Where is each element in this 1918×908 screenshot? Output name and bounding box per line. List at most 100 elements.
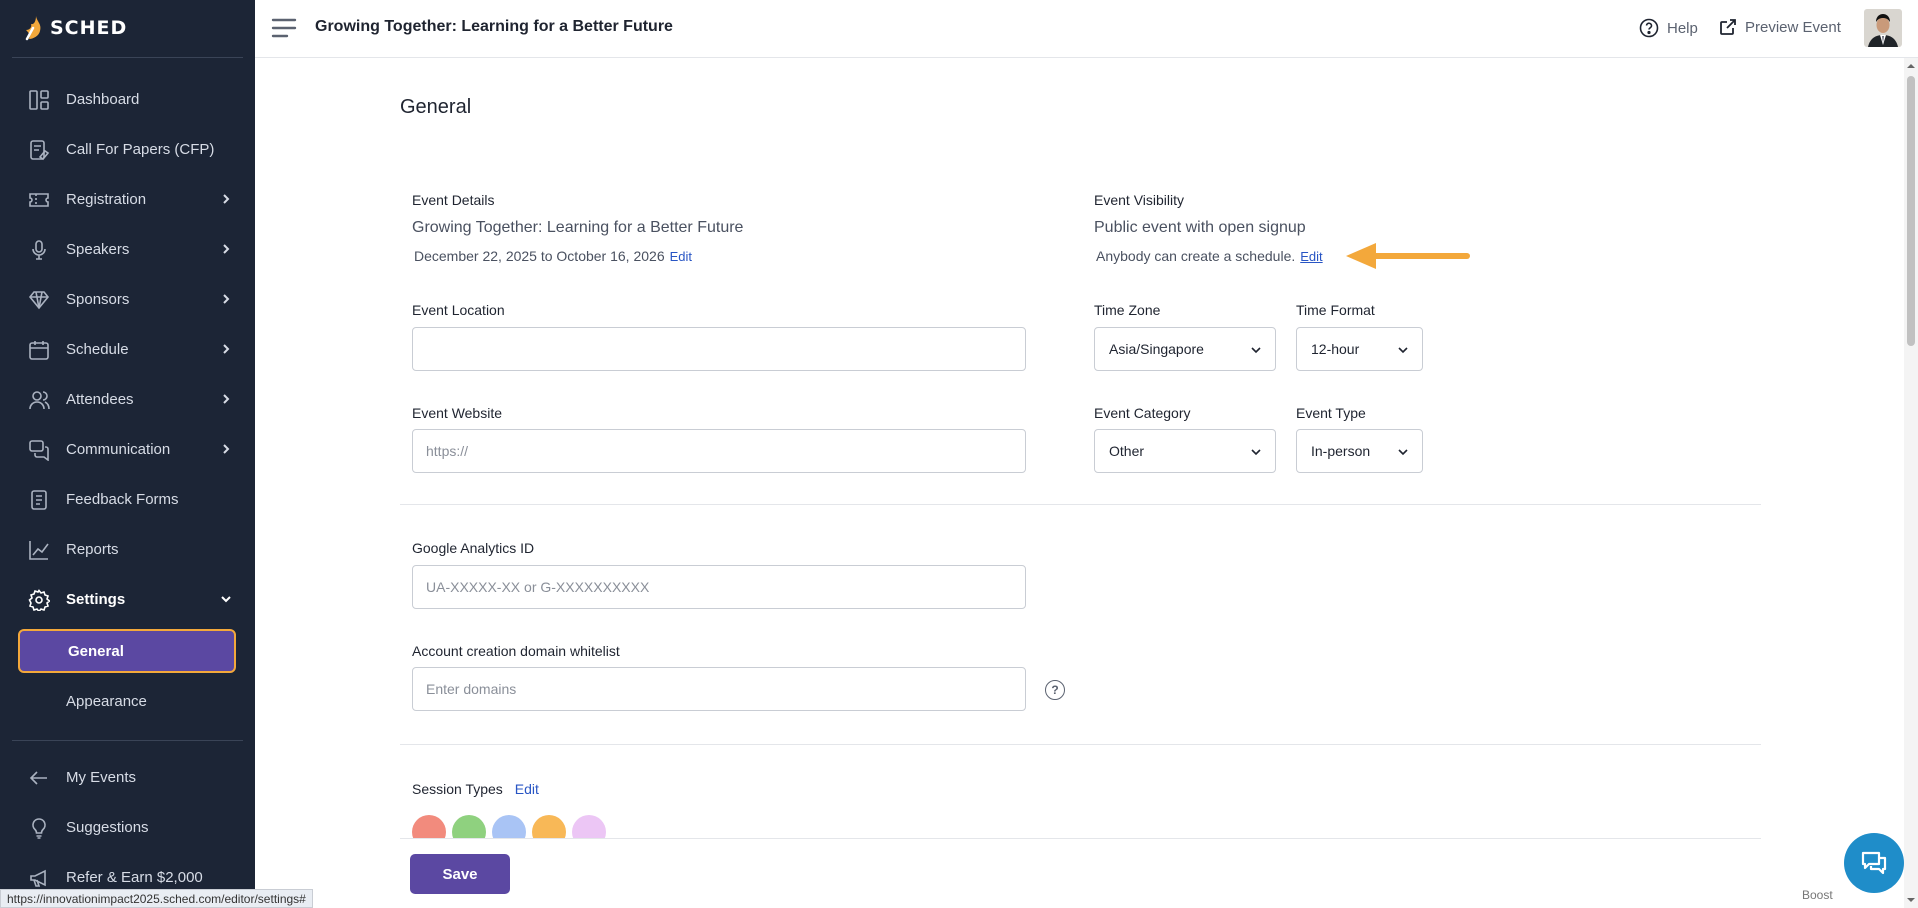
- sidebar-item-label: Settings: [66, 590, 126, 608]
- sidebar-item-schedule[interactable]: Schedule: [0, 327, 255, 371]
- preview-event-label: Preview Event: [1745, 18, 1841, 36]
- event-dates-value: December 22, 2025 to October 16, 2026: [414, 248, 665, 264]
- megaphone-icon: [30, 869, 46, 887]
- sidebar-item-attendees[interactable]: Attendees: [0, 377, 255, 421]
- top-bar: Growing Together: Learning for a Better …: [255, 0, 1918, 58]
- flame-logo-icon: [25, 16, 41, 41]
- sidebar-item-feedback-forms[interactable]: Feedback Forms: [0, 477, 255, 521]
- users-icon: [29, 391, 50, 410]
- sched-logo[interactable]: SCHED: [24, 14, 127, 42]
- sidebar-subitem-general[interactable]: General: [18, 629, 236, 673]
- save-bar: [400, 838, 1761, 908]
- sidebar-item-my-events[interactable]: My Events: [0, 755, 255, 799]
- event-details-label: Event Details: [412, 192, 495, 208]
- event-website-label: Event Website: [412, 405, 503, 421]
- chevron-down-icon: [221, 596, 231, 603]
- chart-icon: [29, 541, 49, 560]
- sidebar-item-communication[interactable]: Communication: [0, 427, 255, 471]
- chevron-right-icon: [223, 444, 230, 454]
- event-dates-row: December 22, 2025 to October 16, 2026 Ed…: [414, 248, 692, 264]
- chat-bubble-icon: [1861, 851, 1887, 875]
- event-details-edit-link[interactable]: Edit: [670, 249, 692, 264]
- time-format-label: Time Format: [1296, 302, 1375, 318]
- sidebar-item-settings[interactable]: Settings: [0, 577, 255, 621]
- arrow-left-icon: [29, 771, 47, 785]
- sidebar-item-label: Call For Papers (CFP): [66, 140, 215, 158]
- google-analytics-input[interactable]: [412, 565, 1026, 609]
- help-circle-icon: [1639, 18, 1659, 38]
- gear-icon: [28, 589, 50, 611]
- annotation-arrow-icon: [1346, 243, 1470, 269]
- scroll-up-arrow-icon[interactable]: [1907, 62, 1915, 70]
- chevron-right-icon: [223, 194, 230, 204]
- help-label: Help: [1667, 19, 1698, 37]
- session-types-label: Session Types: [412, 781, 503, 797]
- sidebar: SCHED Dashboard Call For Papers (CFP) Re…: [0, 0, 255, 908]
- session-types-row: Session Types Edit: [412, 781, 539, 797]
- section-divider: [400, 744, 1761, 745]
- scroll-down-arrow-icon[interactable]: [1907, 896, 1915, 904]
- event-type-label: Event Type: [1296, 405, 1366, 421]
- time-zone-select[interactable]: Asia/Singapore: [1094, 327, 1276, 371]
- chevron-right-icon: [223, 344, 230, 354]
- sidebar-item-label: Feedback Forms: [66, 490, 179, 508]
- brand-name: SCHED: [50, 17, 128, 39]
- chevron-right-icon: [223, 394, 230, 404]
- event-category-select[interactable]: Other: [1094, 429, 1276, 473]
- scrollbar[interactable]: [1904, 58, 1918, 908]
- sidebar-item-label: Speakers: [66, 240, 130, 258]
- event-category-value: Other: [1109, 443, 1145, 459]
- sidebar-item-label: Schedule: [66, 340, 129, 358]
- chevron-down-icon: [1251, 449, 1261, 456]
- event-name-value: Growing Together: Learning for a Better …: [412, 219, 744, 236]
- sidebar-item-speakers[interactable]: Speakers: [0, 227, 255, 271]
- time-zone-value: Asia/Singapore: [1109, 341, 1204, 357]
- form-icon: [31, 490, 47, 510]
- sidebar-divider: [12, 740, 243, 741]
- sidebar-item-dashboard[interactable]: Dashboard: [0, 77, 255, 121]
- hamburger-menu-icon[interactable]: [271, 17, 297, 39]
- chat-icon: [29, 440, 49, 461]
- preview-event-link[interactable]: Preview Event: [1719, 18, 1841, 36]
- chevron-down-icon: [1398, 347, 1408, 354]
- sidebar-item-label: Registration: [66, 190, 147, 208]
- sidebar-item-cfp[interactable]: Call For Papers (CFP): [0, 127, 255, 171]
- event-title: Growing Together: Learning for a Better …: [315, 18, 673, 35]
- time-format-select[interactable]: 12-hour: [1296, 327, 1423, 371]
- page-title: General: [400, 96, 472, 118]
- event-visibility-edit-link[interactable]: Edit: [1300, 249, 1322, 264]
- sidebar-subitem-appearance[interactable]: Appearance: [18, 679, 236, 723]
- sidebar-item-sponsors[interactable]: Sponsors: [0, 277, 255, 321]
- diamond-icon: [28, 291, 50, 310]
- sidebar-item-label: Sponsors: [66, 290, 130, 308]
- domain-whitelist-input[interactable]: [412, 667, 1026, 711]
- domain-whitelist-help-icon[interactable]: ?: [1045, 680, 1065, 700]
- sidebar-item-label: Attendees: [66, 390, 134, 408]
- sidebar-item-reports[interactable]: Reports: [0, 527, 255, 571]
- chevron-right-icon: [223, 244, 230, 254]
- event-type-select[interactable]: In-person: [1296, 429, 1423, 473]
- sidebar-divider: [12, 57, 243, 58]
- sidebar-subitem-label: Appearance: [66, 692, 147, 710]
- session-types-edit-link[interactable]: Edit: [515, 781, 539, 797]
- chat-support-button[interactable]: [1844, 833, 1904, 893]
- external-link-icon: [1720, 19, 1736, 35]
- sidebar-item-registration[interactable]: Registration: [0, 177, 255, 221]
- event-visibility-row: Anybody can create a schedule. Edit: [1096, 248, 1323, 264]
- sidebar-item-label: Suggestions: [66, 818, 149, 836]
- event-website-input[interactable]: [412, 429, 1026, 473]
- sidebar-item-label: Dashboard: [66, 90, 140, 108]
- chevron-down-icon: [1251, 347, 1261, 354]
- sidebar-item-label: Refer & Earn $2,000: [66, 868, 203, 886]
- domain-whitelist-label: Account creation domain whitelist: [412, 643, 620, 659]
- boost-label: Boost: [1802, 888, 1833, 902]
- event-location-input[interactable]: [412, 327, 1026, 371]
- sidebar-subitem-label: General: [68, 642, 124, 660]
- help-link[interactable]: Help: [1639, 18, 1698, 38]
- calendar-icon: [29, 341, 49, 360]
- dashboard-icon: [29, 90, 49, 110]
- user-avatar[interactable]: [1864, 9, 1902, 47]
- scroll-thumb[interactable]: [1907, 76, 1915, 346]
- save-button[interactable]: Save: [410, 854, 510, 894]
- sidebar-item-suggestions[interactable]: Suggestions: [0, 805, 255, 849]
